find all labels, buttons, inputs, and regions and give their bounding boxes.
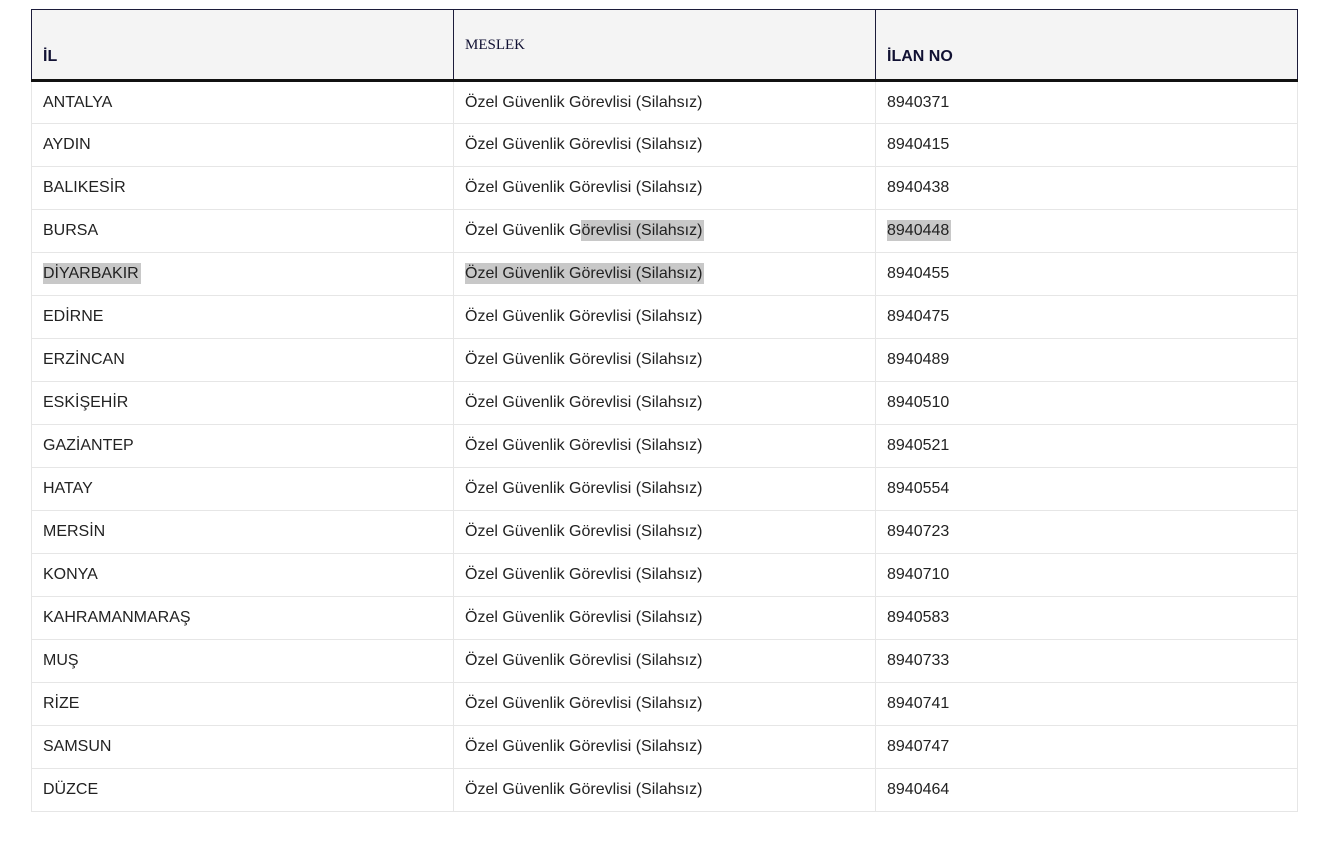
cell-meslek: Özel Güvenlik Görevlisi (Silahsız) xyxy=(453,725,876,769)
cell-meslek: Özel Güvenlik Görevlisi (Silahsız) xyxy=(453,424,876,468)
job-listing-table: İL MESLEK İLAN NO ANTALYA Özel Güvenlik … xyxy=(31,9,1298,812)
cell-ilan-no: 8940521 xyxy=(875,424,1298,468)
job-listing-table-container: İL MESLEK İLAN NO ANTALYA Özel Güvenlik … xyxy=(31,9,1298,812)
table-row: ESKİŞEHİR Özel Güvenlik Görevlisi (Silah… xyxy=(31,381,1298,425)
cell-ilan-no: 8940475 xyxy=(875,295,1298,339)
table-row: KAHRAMANMARAŞ Özel Güvenlik Görevlisi (S… xyxy=(31,596,1298,640)
selection-highlight: DİYARBAKIR xyxy=(43,263,141,284)
cell-il: ERZİNCAN xyxy=(31,338,454,382)
cell-il: EDİRNE xyxy=(31,295,454,339)
cell-meslek: Özel Güvenlik Görevlisi (Silahsız) xyxy=(453,209,876,253)
cell-meslek: Özel Güvenlik Görevlisi (Silahsız) xyxy=(453,510,876,554)
cell-ilan-no: 8940583 xyxy=(875,596,1298,640)
cell-meslek: Özel Güvenlik Görevlisi (Silahsız) xyxy=(453,768,876,812)
cell-ilan-no: 8940510 xyxy=(875,381,1298,425)
cell-meslek: Özel Güvenlik Görevlisi (Silahsız) xyxy=(453,639,876,683)
cell-meslek: Özel Güvenlik Görevlisi (Silahsız) xyxy=(453,295,876,339)
cell-ilan-no: 8940415 xyxy=(875,123,1298,167)
cell-il: ANTALYA xyxy=(31,80,454,124)
table-row: HATAY Özel Güvenlik Görevlisi (Silahsız)… xyxy=(31,467,1298,511)
table-row: ANTALYA Özel Güvenlik Görevlisi (Silahsı… xyxy=(31,80,1298,124)
cell-meslek: Özel Güvenlik Görevlisi (Silahsız) xyxy=(453,123,876,167)
cell-ilan-no: 8940554 xyxy=(875,467,1298,511)
cell-il: BURSA xyxy=(31,209,454,253)
cell-meslek: Özel Güvenlik Görevlisi (Silahsız) xyxy=(453,596,876,640)
table-row: GAZİANTEP Özel Güvenlik Görevlisi (Silah… xyxy=(31,424,1298,468)
cell-ilan-no: 8940723 xyxy=(875,510,1298,554)
cell-il: HATAY xyxy=(31,467,454,511)
cell-meslek: Özel Güvenlik Görevlisi (Silahsız) xyxy=(453,381,876,425)
column-header-ilan-no: İLAN NO xyxy=(875,9,1298,82)
cell-il: SAMSUN xyxy=(31,725,454,769)
cell-meslek: Özel Güvenlik Görevlisi (Silahsız) xyxy=(453,338,876,382)
table-body: ANTALYA Özel Güvenlik Görevlisi (Silahsı… xyxy=(31,80,1298,812)
cell-il: AYDIN xyxy=(31,123,454,167)
selection-highlight: örevlisi (Silahsız) xyxy=(581,220,705,241)
cell-il: MERSİN xyxy=(31,510,454,554)
cell-il: DÜZCE xyxy=(31,768,454,812)
cell-ilan-no: 8940747 xyxy=(875,725,1298,769)
table-row: MUŞ Özel Güvenlik Görevlisi (Silahsız) 8… xyxy=(31,639,1298,683)
table-row: BURSA Özel Güvenlik Görevlisi (Silahsız)… xyxy=(31,209,1298,253)
table-row: RİZE Özel Güvenlik Görevlisi (Silahsız) … xyxy=(31,682,1298,726)
selection-unselected-text: Özel Güvenlik G xyxy=(465,222,582,239)
cell-il: RİZE xyxy=(31,682,454,726)
cell-il: GAZİANTEP xyxy=(31,424,454,468)
cell-ilan-no: 8940741 xyxy=(875,682,1298,726)
cell-ilan-no: 8940455 xyxy=(875,252,1298,296)
cell-il: ESKİŞEHİR xyxy=(31,381,454,425)
column-header-il: İL xyxy=(31,9,454,82)
cell-ilan-no: 8940448 xyxy=(875,209,1298,253)
cell-ilan-no: 8940371 xyxy=(875,80,1298,124)
cell-meslek: Özel Güvenlik Görevlisi (Silahsız) xyxy=(453,682,876,726)
selection-highlight: Özel Güvenlik Görevlisi (Silahsız) xyxy=(465,263,705,284)
cell-ilan-no: 8940438 xyxy=(875,166,1298,210)
cell-ilan-no: 8940489 xyxy=(875,338,1298,382)
table-row: AYDIN Özel Güvenlik Görevlisi (Silahsız)… xyxy=(31,123,1298,167)
table-row: EDİRNE Özel Güvenlik Görevlisi (Silahsız… xyxy=(31,295,1298,339)
table-header-row: İL MESLEK İLAN NO xyxy=(31,9,1298,82)
table-row: DÜZCE Özel Güvenlik Görevlisi (Silahsız)… xyxy=(31,768,1298,812)
column-header-meslek: MESLEK xyxy=(453,9,876,82)
table-row: ERZİNCAN Özel Güvenlik Görevlisi (Silahs… xyxy=(31,338,1298,382)
cell-il: KAHRAMANMARAŞ xyxy=(31,596,454,640)
table-row: KONYA Özel Güvenlik Görevlisi (Silahsız)… xyxy=(31,553,1298,597)
cell-meslek: Özel Güvenlik Görevlisi (Silahsız) xyxy=(453,252,876,296)
table-row: BALIKESİR Özel Güvenlik Görevlisi (Silah… xyxy=(31,166,1298,210)
cell-il: DİYARBAKIR xyxy=(31,252,454,296)
cell-ilan-no: 8940733 xyxy=(875,639,1298,683)
cell-il: MUŞ xyxy=(31,639,454,683)
cell-meslek: Özel Güvenlik Görevlisi (Silahsız) xyxy=(453,553,876,597)
table-row: MERSİN Özel Güvenlik Görevlisi (Silahsız… xyxy=(31,510,1298,554)
cell-il: BALIKESİR xyxy=(31,166,454,210)
cell-meslek: Özel Güvenlik Görevlisi (Silahsız) xyxy=(453,80,876,124)
table-row: SAMSUN Özel Güvenlik Görevlisi (Silahsız… xyxy=(31,725,1298,769)
table-header: İL MESLEK İLAN NO xyxy=(31,9,1298,82)
cell-ilan-no: 8940464 xyxy=(875,768,1298,812)
cell-ilan-no: 8940710 xyxy=(875,553,1298,597)
cell-il: KONYA xyxy=(31,553,454,597)
selection-highlight: 8940448 xyxy=(887,220,952,241)
cell-meslek: Özel Güvenlik Görevlisi (Silahsız) xyxy=(453,467,876,511)
cell-meslek: Özel Güvenlik Görevlisi (Silahsız) xyxy=(453,166,876,210)
table-row: DİYARBAKIR Özel Güvenlik Görevlisi (Sila… xyxy=(31,252,1298,296)
